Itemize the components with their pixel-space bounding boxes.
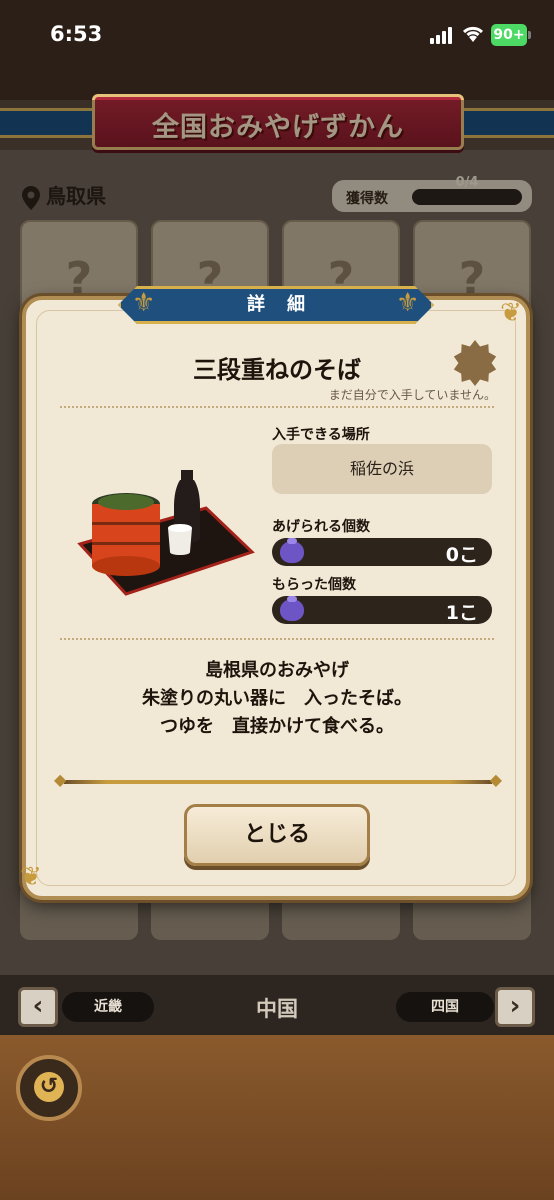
fleur-icon: ⚜ xyxy=(132,288,156,318)
back-button[interactable]: ↺ xyxy=(16,1055,82,1121)
prev-region-label[interactable]: 近畿 xyxy=(62,992,154,1022)
footer-bar xyxy=(0,1035,554,1200)
received-count: 1こ xyxy=(272,596,492,624)
description-line: 島根県のおみやげ xyxy=(205,660,349,681)
prev-region-button[interactable]: ‹ xyxy=(18,987,58,1027)
description-line: 朱塗りの丸い器に 入ったそば。 xyxy=(142,688,412,709)
next-region-label[interactable]: 四国 xyxy=(396,992,494,1022)
wifi-icon xyxy=(462,26,484,42)
received-value: 1こ xyxy=(445,602,478,624)
back-arrow-icon: ↺ xyxy=(34,1072,64,1102)
bag-icon xyxy=(280,596,304,621)
next-region-button[interactable]: › xyxy=(495,987,535,1027)
description-line: つゆを 直接かけて食べる。 xyxy=(160,716,394,737)
giveable-value: 0こ xyxy=(445,544,478,566)
received-label: もらった個数 xyxy=(272,577,356,593)
divider xyxy=(60,406,494,408)
signal-icon xyxy=(430,26,456,44)
item-name: 三段重ねのそば xyxy=(193,356,361,384)
battery-icon: 90+ xyxy=(491,24,531,46)
fleur-icon: ⚜ xyxy=(396,288,420,318)
modal-title: 詳細 xyxy=(118,286,434,324)
giveable-label: あげられる個数 xyxy=(272,519,370,535)
corner-ornament-icon: ❦ xyxy=(20,862,42,892)
not-owned-note: まだ自分で入手していません。 xyxy=(328,388,496,402)
giveable-count: 0こ xyxy=(272,538,492,566)
divider xyxy=(60,638,494,640)
status-bar: 6:53 90+ xyxy=(0,0,554,100)
close-button[interactable]: とじる xyxy=(184,804,370,866)
location-label: 入手できる場所 xyxy=(272,427,370,443)
corner-ornament-icon: ❦ xyxy=(500,298,522,328)
location-value: 稲佐の浜 xyxy=(272,444,492,494)
ornamental-rule xyxy=(54,770,502,789)
status-time: 6:53 xyxy=(50,22,103,46)
current-region-label: 中国 xyxy=(256,997,298,1021)
bag-icon xyxy=(280,538,304,563)
soba-item-image xyxy=(77,470,255,596)
